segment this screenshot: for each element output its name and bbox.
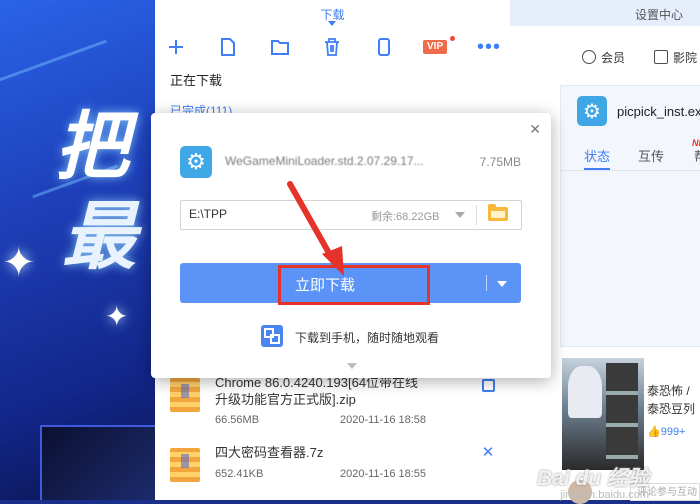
nav-movie[interactable]: 影院 — [654, 49, 697, 66]
movie-poster[interactable] — [562, 358, 644, 470]
chevron-down-icon[interactable] — [497, 281, 507, 287]
tab-caret-icon — [328, 21, 336, 26]
trash-icon[interactable] — [321, 36, 343, 58]
background-char: 最 — [62, 195, 136, 278]
watermark-brand: Bai du 经验 — [537, 467, 650, 490]
divider — [486, 275, 487, 291]
tab-status[interactable]: 状态 — [584, 146, 611, 170]
banner-thumbnail — [40, 425, 160, 500]
background-art: 把 最 ✦ ✦ — [0, 0, 160, 500]
file-name: 四大密码查看器.7z — [215, 445, 324, 460]
collapse-caret-icon[interactable] — [347, 363, 357, 369]
notification-dot — [450, 36, 455, 41]
sparkle-icon: ✦ — [105, 301, 129, 332]
vip-icon[interactable]: VIP — [423, 40, 448, 54]
tab-settings[interactable]: 设置中心 — [510, 0, 700, 26]
chevron-down-icon[interactable] — [455, 212, 465, 218]
file-date: 2020-11-16 18:58 — [340, 414, 427, 426]
watermark: Bai du 经验 jingyan.baidu.com — [537, 462, 649, 501]
sparkle-icon: ✦ — [2, 241, 36, 285]
file-size: 66.56MB — [215, 414, 260, 426]
plus-icon[interactable] — [165, 36, 187, 58]
nav-movie-label: 影院 — [673, 51, 698, 65]
film-icon — [654, 50, 668, 64]
download-dialog: ✕ ⚙ WeGameMiniLoader.std.2.07.29.17... 7… — [151, 113, 551, 378]
tab-download[interactable]: 下载 — [155, 0, 510, 28]
list-item[interactable]: 四大密码查看器.7z 652.41KB 2020-11-16 18:55 ✕ — [170, 444, 500, 494]
folder-icon[interactable] — [269, 36, 291, 58]
movie-title[interactable]: 泰恐怖 / 泰恐豆列 — [647, 382, 695, 418]
light-streak — [0, 39, 107, 84]
movie-title-line: 泰恐豆列 — [647, 402, 696, 416]
pointer-arrow-icon — [287, 181, 344, 276]
close-icon[interactable]: ✕ — [481, 445, 495, 460]
file-size: 652.41KB — [215, 468, 264, 480]
tab-share[interactable]: 互传 — [638, 146, 664, 165]
section-downloading[interactable]: 正在下载 — [170, 70, 222, 89]
more-icon[interactable]: ••• — [477, 36, 500, 58]
open-folder-icon[interactable] — [482, 379, 495, 392]
nav-member[interactable]: 会员 — [582, 49, 625, 66]
movie-title-line: 泰恐怖 / — [647, 384, 690, 398]
file-name: WeGameMiniLoader.std.2.07.29.17... — [225, 154, 424, 168]
like-count[interactable]: 👍999+ — [647, 425, 685, 438]
gear-icon: ⚙ — [180, 146, 212, 178]
background-char: 把 — [55, 105, 129, 188]
save-path-value: E:\TPP — [189, 207, 228, 221]
watermark-url: jingyan.baidu.com — [560, 489, 650, 501]
free-space: 剩余:68.22GB — [371, 211, 440, 223]
phone-icon[interactable] — [373, 36, 395, 58]
divider — [561, 170, 700, 171]
tab-help[interactable]: 帮 — [694, 146, 700, 165]
list-item[interactable]: Chrome 86.0.4240.193[64位带在线升级功能官方正式版].zi… — [170, 374, 500, 426]
tab-settings-label: 设置中心 — [635, 8, 684, 22]
gear-icon: ⚙ — [577, 96, 607, 126]
card-title: picpick_inst.ex — [617, 104, 700, 119]
close-icon[interactable]: ✕ — [529, 121, 541, 138]
file-name: Chrome 86.0.4240.193[64位带在线升级功能官方正式版].zi… — [215, 375, 419, 407]
zip-icon — [170, 378, 200, 412]
thumbs-up-icon: 👍 — [647, 426, 661, 438]
file-detail-card: ⚙ picpick_inst.ex 状态 互传 NEW 帮 — [560, 85, 700, 347]
browse-folder-icon[interactable] — [488, 204, 508, 221]
file-date: 2020-11-16 18:55 — [340, 468, 427, 480]
file-size: 7.75MB — [479, 155, 521, 169]
zip-icon — [170, 448, 200, 482]
download-to-phone-label: 下载到手机，随时随地观看 — [295, 331, 440, 345]
member-icon — [582, 50, 596, 64]
download-toolbar: VIP ••• — [165, 36, 505, 58]
divider — [476, 205, 477, 225]
file-icon[interactable] — [217, 36, 239, 58]
qr-code-icon — [261, 325, 283, 347]
like-count-value: 999+ — [660, 426, 686, 438]
save-path-field[interactable]: E:\TPP 剩余:68.22GB — [180, 200, 522, 230]
nav-member-label: 会员 — [601, 51, 626, 65]
